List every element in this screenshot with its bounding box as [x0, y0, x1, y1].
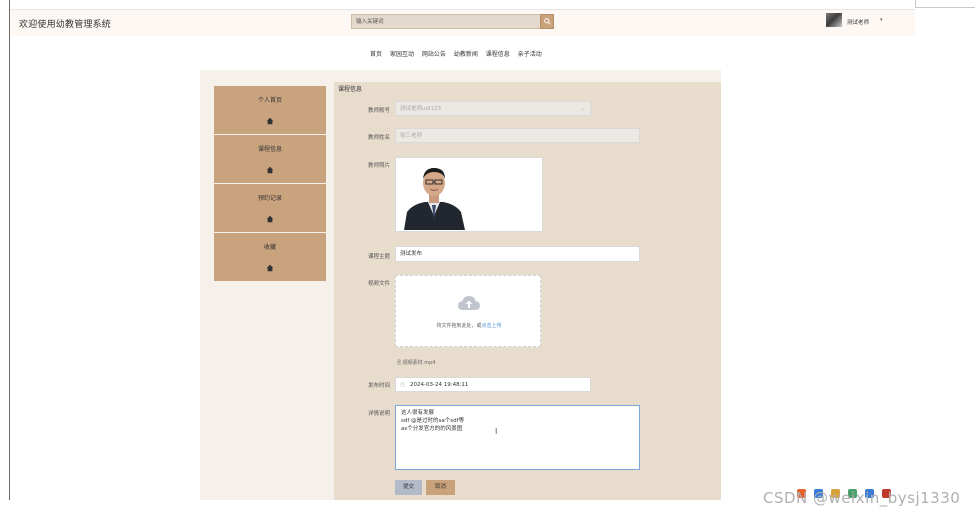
- sidebar-item-label: 个人首页: [257, 97, 282, 104]
- nav-item-courses[interactable]: 课程信息: [486, 51, 510, 58]
- teacher-name-label: 教师姓名: [367, 135, 390, 141]
- home-icon: [266, 117, 274, 125]
- chevron-down-icon[interactable]: ▾: [880, 17, 883, 23]
- site-title: 欢迎使用幼教管理系统: [19, 20, 112, 30]
- course-topic-input[interactable]: 测试发布: [395, 246, 640, 262]
- document-icon: 🗎: [397, 360, 402, 366]
- form-section-title: 课程信息: [338, 86, 363, 93]
- nav-item-activities[interactable]: 亲子活动: [518, 51, 542, 58]
- sidebar-item-label: 课程信息: [257, 146, 282, 153]
- teacher-portrait-image: [399, 160, 469, 230]
- clock-icon: ◷: [400, 382, 405, 388]
- home-icon: [266, 215, 274, 223]
- upload-link[interactable]: 点击上传: [482, 323, 502, 329]
- publish-time-picker[interactable]: ◷ 2024-03-24 19:48:11: [395, 377, 591, 392]
- teacher-id-select: 测试老师uid123 ⌄: [395, 101, 591, 116]
- sidebar-item-reservations[interactable]: 预约记录: [214, 184, 326, 233]
- teacher-name-field: 张三老师: [395, 128, 640, 143]
- sidebar-item-label: 收藏: [263, 244, 276, 251]
- cancel-button[interactable]: 取消: [426, 480, 455, 495]
- detail-label: 详情说明: [367, 411, 390, 417]
- sidebar-item-courses[interactable]: 课程信息: [214, 135, 326, 184]
- course-topic-label: 课程主题: [367, 254, 390, 260]
- sidebar-item-favorites[interactable]: 收藏: [214, 233, 326, 282]
- detail-textarea[interactable]: 这人很有发展 sdf @是过时的sa个sdf等 as个分发官方的的风景图: [395, 405, 640, 470]
- nav-item-announcements[interactable]: 网站公告: [422, 51, 446, 58]
- detail-line: sdf @是过时的sa个sdf等: [401, 418, 465, 424]
- search-button[interactable]: [540, 14, 554, 29]
- teacher-id-label: 教师账号: [367, 108, 390, 114]
- user-avatar[interactable]: [826, 13, 842, 27]
- teacher-photo[interactable]: [395, 157, 543, 232]
- cloud-upload-icon: [458, 296, 480, 310]
- nav-item-home[interactable]: 首页: [370, 51, 382, 58]
- teacher-id-value: 测试老师uid123: [400, 106, 442, 112]
- nav-item-news[interactable]: 幼教新闻: [454, 51, 478, 58]
- submit-button[interactable]: 提交: [395, 480, 422, 495]
- site-header: 欢迎使用幼教管理系统 输入关键词 测试老师 ▾: [10, 10, 915, 36]
- upload-hint: 将文件拖到此处，或点击上传: [396, 322, 542, 329]
- username[interactable]: 测试老师: [847, 18, 869, 26]
- corner-frame: [915, 0, 975, 8]
- detail-line: 这人很有发展: [401, 410, 435, 416]
- search-input[interactable]: 输入关键词: [351, 14, 542, 29]
- video-file-label: 视频文件: [367, 281, 390, 287]
- page-left-border: [9, 0, 10, 500]
- main-nav: 首页 家园互动 网站公告 幼教新闻 课程信息 亲子活动: [370, 49, 548, 58]
- nav-item-interaction[interactable]: 家园互动: [390, 51, 414, 58]
- sidebar: 个人首页 课程信息 预约记录 收藏: [214, 86, 326, 282]
- uploaded-file-item[interactable]: 🗎 视频素材.mp4: [397, 359, 435, 368]
- watermark: CSDN @weixin_bysj1330: [763, 489, 961, 507]
- text-cursor-icon: I: [495, 427, 498, 436]
- uploaded-file-name: 视频素材.mp4: [402, 360, 436, 366]
- sidebar-item-home[interactable]: 个人首页: [214, 86, 326, 135]
- publish-time-label: 发布时间: [367, 383, 390, 389]
- sidebar-item-label: 预约记录: [257, 195, 282, 202]
- chevron-down-icon: ⌄: [580, 106, 585, 112]
- publish-time-value: 2024-03-24 19:48:11: [410, 382, 469, 388]
- home-icon: [266, 264, 274, 272]
- detail-line: as个分发官方的的风景图: [401, 426, 463, 432]
- video-upload-dropzone[interactable]: 将文件拖到此处，或点击上传: [395, 275, 541, 347]
- teacher-photo-label: 教师照片: [367, 163, 390, 169]
- upload-hint-text: 将文件拖到此处，或: [436, 323, 482, 329]
- search-icon: [544, 18, 551, 25]
- home-icon: [266, 166, 274, 174]
